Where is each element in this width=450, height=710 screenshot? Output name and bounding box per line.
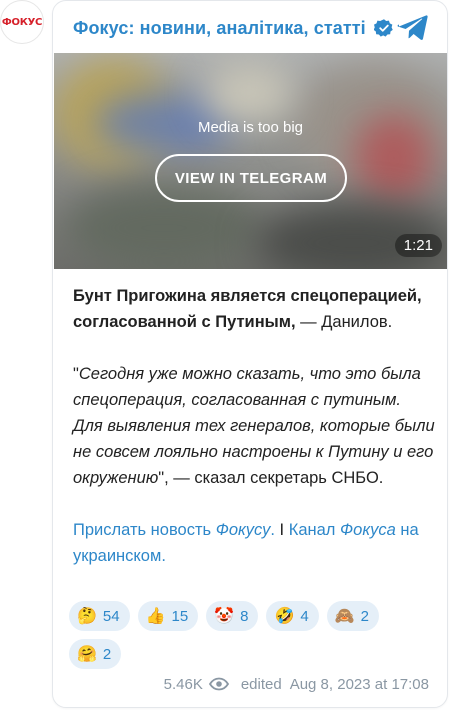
- eye-icon: [208, 677, 229, 691]
- thinking-face-icon: 🤔: [77, 606, 97, 625]
- post-header: Фокус: новини, аналітика, статті: [73, 15, 394, 41]
- edited-label: edited: [240, 675, 282, 693]
- channel-title[interactable]: Фокус: новини, аналітика, статті: [73, 18, 366, 39]
- media-too-big-message: Media is too big: [197, 119, 304, 136]
- post-links: Прислать новость Фокусу. I Канал Фокуса …: [73, 517, 435, 569]
- thumbs-up-icon: 👍: [145, 606, 166, 625]
- rofl-face-icon: 🤣: [274, 606, 295, 625]
- reaction-count: 2: [360, 607, 370, 625]
- video-thumbnail[interactable]: Media is too big VIEW IN TELEGRAM 1:21: [54, 53, 447, 269]
- view-in-telegram-button[interactable]: VIEW IN TELEGRAM: [155, 154, 347, 202]
- send-news-link[interactable]: Прислать новость Фокусу.: [73, 521, 275, 539]
- post-quote: "Сегодня уже можно сказать, что это была…: [73, 361, 435, 491]
- reaction-hugging[interactable]: 🤗 2: [69, 639, 122, 669]
- reaction-count: 15: [171, 607, 189, 625]
- avatar-logo-text: ФОКУС: [1, 16, 43, 28]
- headline-rest: — Данилов.: [295, 313, 393, 331]
- hugging-face-icon: 🤗: [77, 644, 97, 663]
- clown-face-icon: 🤡: [214, 606, 235, 625]
- reaction-count: 54: [102, 607, 120, 625]
- quote-close: ", — сказал секретарь СНБО.: [158, 469, 384, 487]
- reaction-clown[interactable]: 🤡 8: [206, 601, 259, 631]
- telegram-icon[interactable]: [397, 13, 429, 43]
- see-no-evil-monkey-icon: 🙈: [334, 606, 355, 625]
- reaction-rofl[interactable]: 🤣 4: [266, 601, 319, 631]
- reaction-thinking[interactable]: 🤔 54: [69, 601, 130, 631]
- reaction-count: 2: [102, 645, 112, 663]
- channel-avatar[interactable]: ФОКУС: [0, 0, 44, 44]
- post-date[interactable]: Aug 8, 2023 at 17:08: [290, 676, 429, 693]
- reactions-bar: 🤔 54 👍 15 🤡 8 🤣 4 🙈 2 🤗 2: [69, 601, 429, 669]
- view-count: 5.46K: [163, 675, 203, 693]
- verified-badge-icon: [373, 19, 393, 37]
- links-separator: I: [274, 521, 289, 539]
- reaction-see-no-evil[interactable]: 🙈 2: [326, 601, 380, 631]
- post-meta: 5.46K edited Aug 8, 2023 at 17:08: [164, 674, 429, 694]
- video-duration: 1:21: [394, 234, 442, 257]
- reaction-thumbs-up[interactable]: 👍 15: [137, 601, 199, 631]
- reaction-count: 4: [300, 607, 309, 625]
- post-text: Бунт Пригожина является спецоперацией, с…: [73, 283, 435, 569]
- post-card: Фокус: новини, аналітика, статті Media i…: [52, 0, 448, 708]
- post-headline: Бунт Пригожина является спецоперацией, с…: [73, 283, 435, 335]
- reaction-count: 8: [240, 607, 249, 625]
